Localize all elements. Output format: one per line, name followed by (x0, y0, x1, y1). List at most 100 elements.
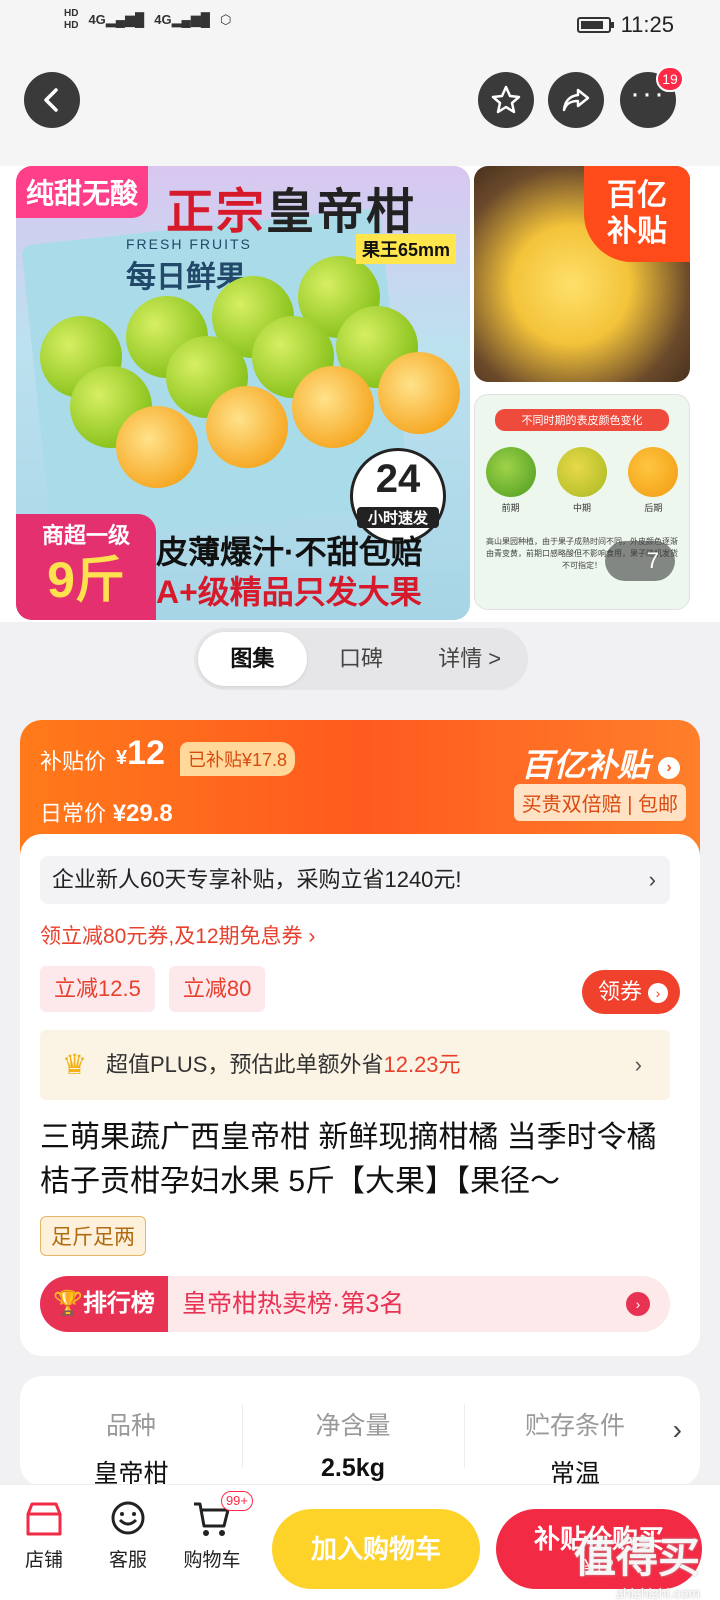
tab-details[interactable]: 详情 > (415, 632, 524, 686)
ranking-row[interactable]: 🏆排行榜 皇帝柑热卖榜·第3名 › (40, 1276, 670, 1332)
subsidy-logo-line1: 百亿 (607, 179, 667, 212)
enterprise-promo-row[interactable]: 企业新人60天专享补贴，采购立省1240元! › (40, 856, 670, 904)
slogan-line-2: A+级精品只发大果 (156, 574, 422, 610)
spec-item: 品种 皇帝柑 (20, 1376, 242, 1488)
spec-summary[interactable]: 品种 皇帝柑 净含量 2.5kg 贮存条件 常温 › (20, 1376, 700, 1488)
more-button[interactable]: ··· 19 (620, 66, 684, 128)
signal-label-2: 4G (154, 12, 172, 27)
chevron-left-icon (44, 88, 58, 112)
image-slogan: 皮薄爆汁·不甜包赔 A+级精品只发大果 (156, 532, 423, 612)
chevron-right-icon: › (648, 983, 668, 1004)
subsidy-logo-line2: 补贴 (607, 215, 667, 248)
saved-amount-badge: 已补贴¥17.8 (180, 742, 296, 776)
chevron-right-icon: › (658, 756, 680, 779)
cart-button[interactable]: 99+ 购物车 (172, 1491, 253, 1572)
watermark-sub: zhizhizhi.com (615, 1585, 700, 1600)
back-button[interactable] (24, 72, 80, 128)
weight-label: 9斤 (47, 552, 125, 608)
cart-badge: 99+ (220, 1491, 253, 1511)
discount-chip[interactable]: 立减12.5 (40, 966, 155, 1012)
image-gallery[interactable]: FRESH FRUITS 每日鲜果 纯甜无酸 正宗皇帝柑 果王65mm 24 小… (0, 166, 720, 622)
status-left: HD HD 4G▂▄▆█ 4G▂▄▆█ ⬡ (64, 8, 231, 32)
image-counter: 7 (605, 541, 675, 581)
detail-tabs: 图集 口碑 详情 > (0, 622, 720, 702)
plus-savings-row[interactable]: ♛ 超值PLUS，预估此单额外省12.23元 › (40, 1030, 670, 1100)
grade-tag: 商超一级 9斤 (16, 514, 156, 620)
coupon-link[interactable]: 领立减80元券,及12期免息券 › (40, 920, 315, 950)
shop-label: 店铺 (24, 1550, 63, 1571)
image-title: 正宗皇帝柑 (166, 172, 416, 242)
ranking-text: 皇帝柑热卖榜·第3名 (182, 1290, 405, 1318)
color-stage-title: 不同时期的表皮颜色变化 (495, 409, 669, 431)
hd-label-1: HD (64, 8, 79, 19)
shop-button[interactable]: 店铺 (4, 1499, 84, 1572)
plus-savings-text: 超值PLUS，预估此单额外省 (106, 1052, 384, 1077)
status-bar: HD HD 4G▂▄▆█ 4G▂▄▆█ ⬡ 11:25 (0, 0, 720, 50)
slogan-line-1: 皮薄爆汁·不甜包赔 (156, 534, 423, 570)
add-to-cart-button[interactable]: 加入购物车 (272, 1509, 480, 1589)
chevron-right-icon: › (626, 1292, 650, 1316)
main-product-image[interactable]: FRESH FRUITS 每日鲜果 纯甜无酸 正宗皇帝柑 果王65mm 24 小… (16, 166, 470, 620)
site-watermark: 值得买 zhizhizhi.com (574, 1524, 700, 1600)
fruit-late (628, 447, 679, 497)
get-coupon-label: 领券 (597, 979, 642, 1004)
stage-early: 前期 (501, 503, 520, 513)
currency-symbol: ¥ (116, 747, 128, 769)
spec-key: 贮存条件 (524, 1412, 625, 1440)
share-icon (562, 88, 590, 112)
chevron-right-icon: › (634, 1052, 642, 1077)
cart-label: 购物车 (183, 1550, 241, 1571)
trophy-icon: 🏆 (53, 1290, 83, 1317)
side-image-color-stages[interactable]: 不同时期的表皮颜色变化 前期 中期 后期 高山果园种植，由于果子成熟时间不同，外… (474, 394, 690, 610)
chevron-right-icon: › (648, 867, 656, 892)
hours-number: 24 (375, 457, 421, 501)
daily-price-value: ¥29.8 (112, 800, 173, 827)
fast-ship-text: 小时速发 (357, 507, 439, 528)
chevron-right-icon: › (672, 1414, 682, 1445)
signal-icon: 4G▂▄▆█ (154, 12, 210, 27)
stage-late: 后期 (644, 503, 663, 513)
hd-label-2: HD (64, 20, 79, 31)
plus-savings-amount: 12.23元 (383, 1052, 461, 1077)
watermark-main: 值得买 (573, 1534, 700, 1581)
ranking-tag: 🏆排行榜 (40, 1276, 168, 1332)
enterprise-promo-text: 企业新人60天专享补贴，采购立省1240元! (52, 867, 462, 892)
price-card: 补贴价 ¥12 已补贴¥17.8 日常价 ¥29.8 百亿补贴 › 买贵双倍赔 … (20, 720, 700, 1356)
get-coupon-button[interactable]: 领券 › (581, 970, 680, 1014)
cart-icon: 99+ (191, 1491, 253, 1539)
customer-service-button[interactable]: 客服 (88, 1499, 168, 1572)
price-guarantee: 买贵双倍赔 | 包邮 (513, 784, 686, 821)
spec-value: 2.5kg (321, 1454, 385, 1482)
fruit-peeled (378, 352, 460, 434)
tab-bar: 图集 口碑 详情 > (194, 628, 528, 690)
tab-gallery[interactable]: 图集 (198, 632, 307, 686)
daily-price: 日常价 ¥29.8 (40, 796, 173, 828)
fast-ship-badge: 24 小时速发 (350, 448, 446, 544)
color-stage-labels: 前期 中期 后期 (475, 501, 689, 514)
share-button[interactable] (548, 72, 604, 128)
fruit-early (485, 447, 536, 497)
hd-indicator: HD HD (64, 8, 78, 32)
subsidy-brand-link[interactable]: 百亿补贴 › (521, 740, 680, 786)
favorite-button[interactable] (478, 72, 534, 128)
no-acid-tag: 纯甜无酸 (16, 166, 149, 218)
subsidy-price: ¥12 (116, 734, 165, 773)
spec-item: 贮存条件 常温 (464, 1376, 686, 1488)
fruit-peeled (292, 366, 374, 448)
fruit-size-label: 果王65mm (355, 234, 456, 264)
discount-chip[interactable]: 立减80 (168, 966, 266, 1012)
spec-key: 品种 (105, 1412, 156, 1440)
title-red: 正宗 (166, 186, 267, 239)
subsidy-brand-text: 百亿补贴 (521, 747, 650, 783)
full-weight-tag: 足斤足两 (40, 1216, 146, 1256)
title-black: 皇帝柑 (266, 186, 417, 239)
fruit-mid (556, 447, 607, 497)
tab-reviews[interactable]: 口碑 (307, 632, 416, 686)
signal-icon: 4G▂▄▆█ (88, 12, 145, 27)
spec-key: 净含量 (315, 1412, 391, 1440)
status-right: 11:25 (576, 12, 674, 38)
side-image-peeled[interactable]: 百亿 补贴 (474, 166, 690, 382)
subsidy-price-value: 12 (127, 734, 165, 772)
daily-price-label: 日常价 (40, 801, 107, 826)
signal-label-1: 4G (88, 12, 106, 27)
